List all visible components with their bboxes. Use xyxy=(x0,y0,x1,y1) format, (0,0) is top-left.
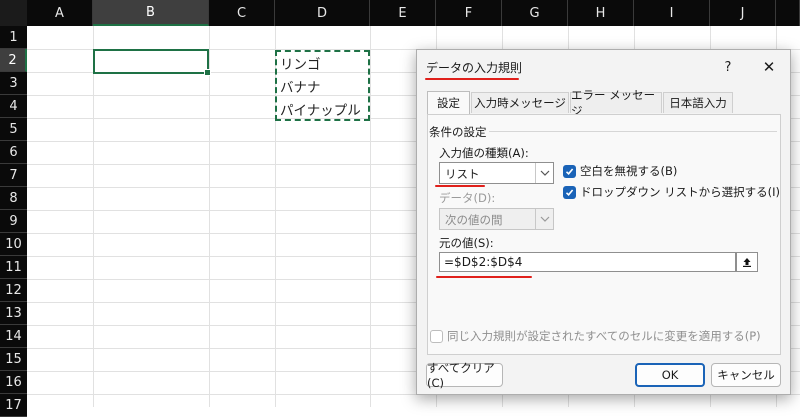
row-header-15[interactable]: 15 xyxy=(0,348,27,371)
group-divider xyxy=(489,131,777,132)
source-label: 元の値(S): xyxy=(439,236,494,250)
apply-all-checkbox xyxy=(430,330,443,343)
tab-settings[interactable]: 設定 xyxy=(427,91,470,114)
help-button[interactable]: ? xyxy=(717,56,739,78)
row-header-6[interactable]: 6 xyxy=(0,141,27,164)
allow-underline xyxy=(435,185,485,187)
grid-line xyxy=(209,26,210,407)
chevron-down-icon xyxy=(535,163,553,183)
grid-line xyxy=(370,26,371,407)
dropdown-label: ドロップダウン リストから選択する(I) xyxy=(580,185,781,199)
active-cell-b2[interactable] xyxy=(93,49,211,76)
dialog-title: データの入力規則 xyxy=(426,61,523,75)
row-header-8[interactable]: 8 xyxy=(0,187,27,210)
data-select: 次の値の間 xyxy=(439,208,554,230)
column-header-g[interactable]: G xyxy=(502,0,568,26)
apply-all-label: 同じ入力規則が設定されたすべてのセルに変更を適用する(P) xyxy=(447,329,761,343)
group-label: 条件の設定 xyxy=(429,125,487,139)
tab-input-message[interactable]: 入力時メッセージ xyxy=(471,92,569,113)
row-header-5[interactable]: 5 xyxy=(0,118,27,141)
row-header-10[interactable]: 10 xyxy=(0,233,27,256)
allow-label: 入力値の種類(A): xyxy=(439,146,529,160)
row-header-9[interactable]: 9 xyxy=(0,210,27,233)
cancel-button[interactable]: キャンセル xyxy=(711,363,781,387)
tab-error-message[interactable]: エラー メッセージ xyxy=(570,88,662,118)
allow-select-value: リスト xyxy=(445,167,480,181)
check-icon xyxy=(565,189,574,196)
column-header-d[interactable]: D xyxy=(275,0,370,26)
clear-all-button[interactable]: すべてクリア(C) xyxy=(426,361,503,390)
fill-handle[interactable] xyxy=(204,69,211,76)
source-input-value: =$D$2:$D$4 xyxy=(444,255,523,269)
copy-marquee-d2-d4 xyxy=(275,50,370,121)
select-all-corner[interactable] xyxy=(0,0,27,26)
allow-select[interactable]: リスト xyxy=(439,162,554,184)
ok-button[interactable]: OK xyxy=(635,363,705,387)
ignore-blank-checkbox[interactable] xyxy=(563,165,576,178)
data-label: データ(D): xyxy=(439,191,496,205)
row-header-13[interactable]: 13 xyxy=(0,302,27,325)
column-header-b[interactable]: B xyxy=(93,0,209,26)
row-header-12[interactable]: 12 xyxy=(0,279,27,302)
row-header-3[interactable]: 3 xyxy=(0,72,27,95)
column-header-i[interactable]: I xyxy=(634,0,710,26)
column-header-h[interactable]: H xyxy=(568,0,634,26)
row-header-17[interactable]: 17 xyxy=(0,394,27,417)
row-header-4[interactable]: 4 xyxy=(0,95,27,118)
row-header-11[interactable]: 11 xyxy=(0,256,27,279)
row-header-7[interactable]: 7 xyxy=(0,164,27,187)
column-header-c[interactable]: C xyxy=(209,0,275,26)
column-header-j[interactable]: J xyxy=(710,0,776,26)
grid-line xyxy=(93,26,94,407)
column-header-a[interactable]: A xyxy=(27,0,93,26)
row-header-14[interactable]: 14 xyxy=(0,325,27,348)
title-underline xyxy=(425,78,519,80)
row-header-2[interactable]: 2 xyxy=(0,49,27,72)
source-input[interactable]: =$D$2:$D$4 xyxy=(439,252,736,272)
data-select-value: 次の値の間 xyxy=(445,213,503,227)
column-header-k[interactable] xyxy=(776,0,800,26)
data-validation-dialog: データの入力規則 ? ✕ 設定 入力時メッセージ エラー メッセージ 日本語入力… xyxy=(416,49,791,395)
upload-arrow-icon xyxy=(743,258,751,267)
row-header-1[interactable]: 1 xyxy=(0,26,27,49)
collapse-dialog-button[interactable] xyxy=(736,252,758,272)
source-underline xyxy=(436,276,532,278)
check-icon xyxy=(565,168,574,175)
tab-ime[interactable]: 日本語入力 xyxy=(663,92,733,113)
ignore-blank-label: 空白を無視する(B) xyxy=(580,164,678,178)
dropdown-checkbox[interactable] xyxy=(563,186,576,199)
row-header-16[interactable]: 16 xyxy=(0,371,27,394)
chevron-down-icon xyxy=(535,209,553,229)
column-header-e[interactable]: E xyxy=(370,0,436,26)
column-header-f[interactable]: F xyxy=(436,0,502,26)
close-button[interactable]: ✕ xyxy=(757,56,781,78)
